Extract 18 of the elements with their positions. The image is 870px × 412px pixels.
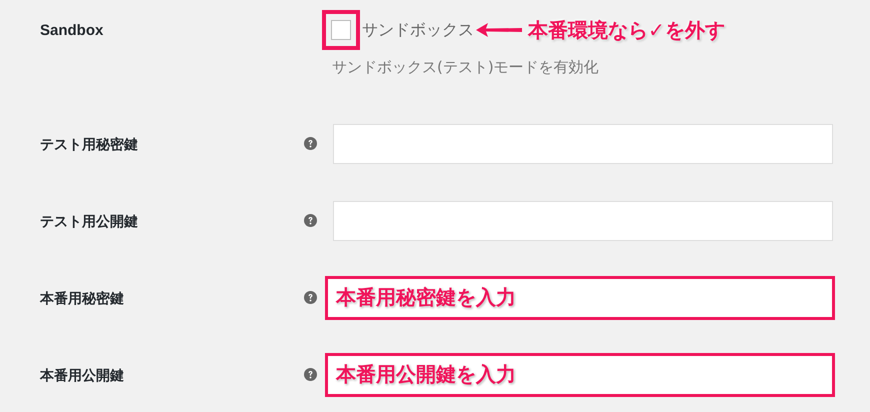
help-icon[interactable] <box>304 137 317 150</box>
input-field[interactable] <box>333 124 833 164</box>
annotation-text: 本番環境なら✓を外す <box>528 16 725 44</box>
input-field[interactable] <box>333 200 833 240</box>
field-label: 本番用公開鍵 <box>40 368 124 384</box>
input-field[interactable]: 本番用公開鍵を入力 <box>325 352 835 396</box>
checkbox[interactable] <box>322 10 360 50</box>
field-label: テスト用公開鍵 <box>40 214 138 230</box>
help-icon[interactable] <box>304 214 317 227</box>
description-text: サンドボックス(テスト)モードを有効化 <box>332 58 600 77</box>
help-icon[interactable] <box>304 291 317 304</box>
field-label: Sandbox <box>40 22 104 39</box>
checkbox-label[interactable]: サンドボックス <box>362 20 474 40</box>
field-label: テスト用秘密鍵 <box>40 136 138 152</box>
help-icon[interactable] <box>304 368 317 381</box>
arrow-icon <box>476 23 522 37</box>
field-label: 本番用秘密鍵 <box>40 290 124 306</box>
input-field[interactable]: 本番用秘密鍵を入力 <box>325 276 835 320</box>
